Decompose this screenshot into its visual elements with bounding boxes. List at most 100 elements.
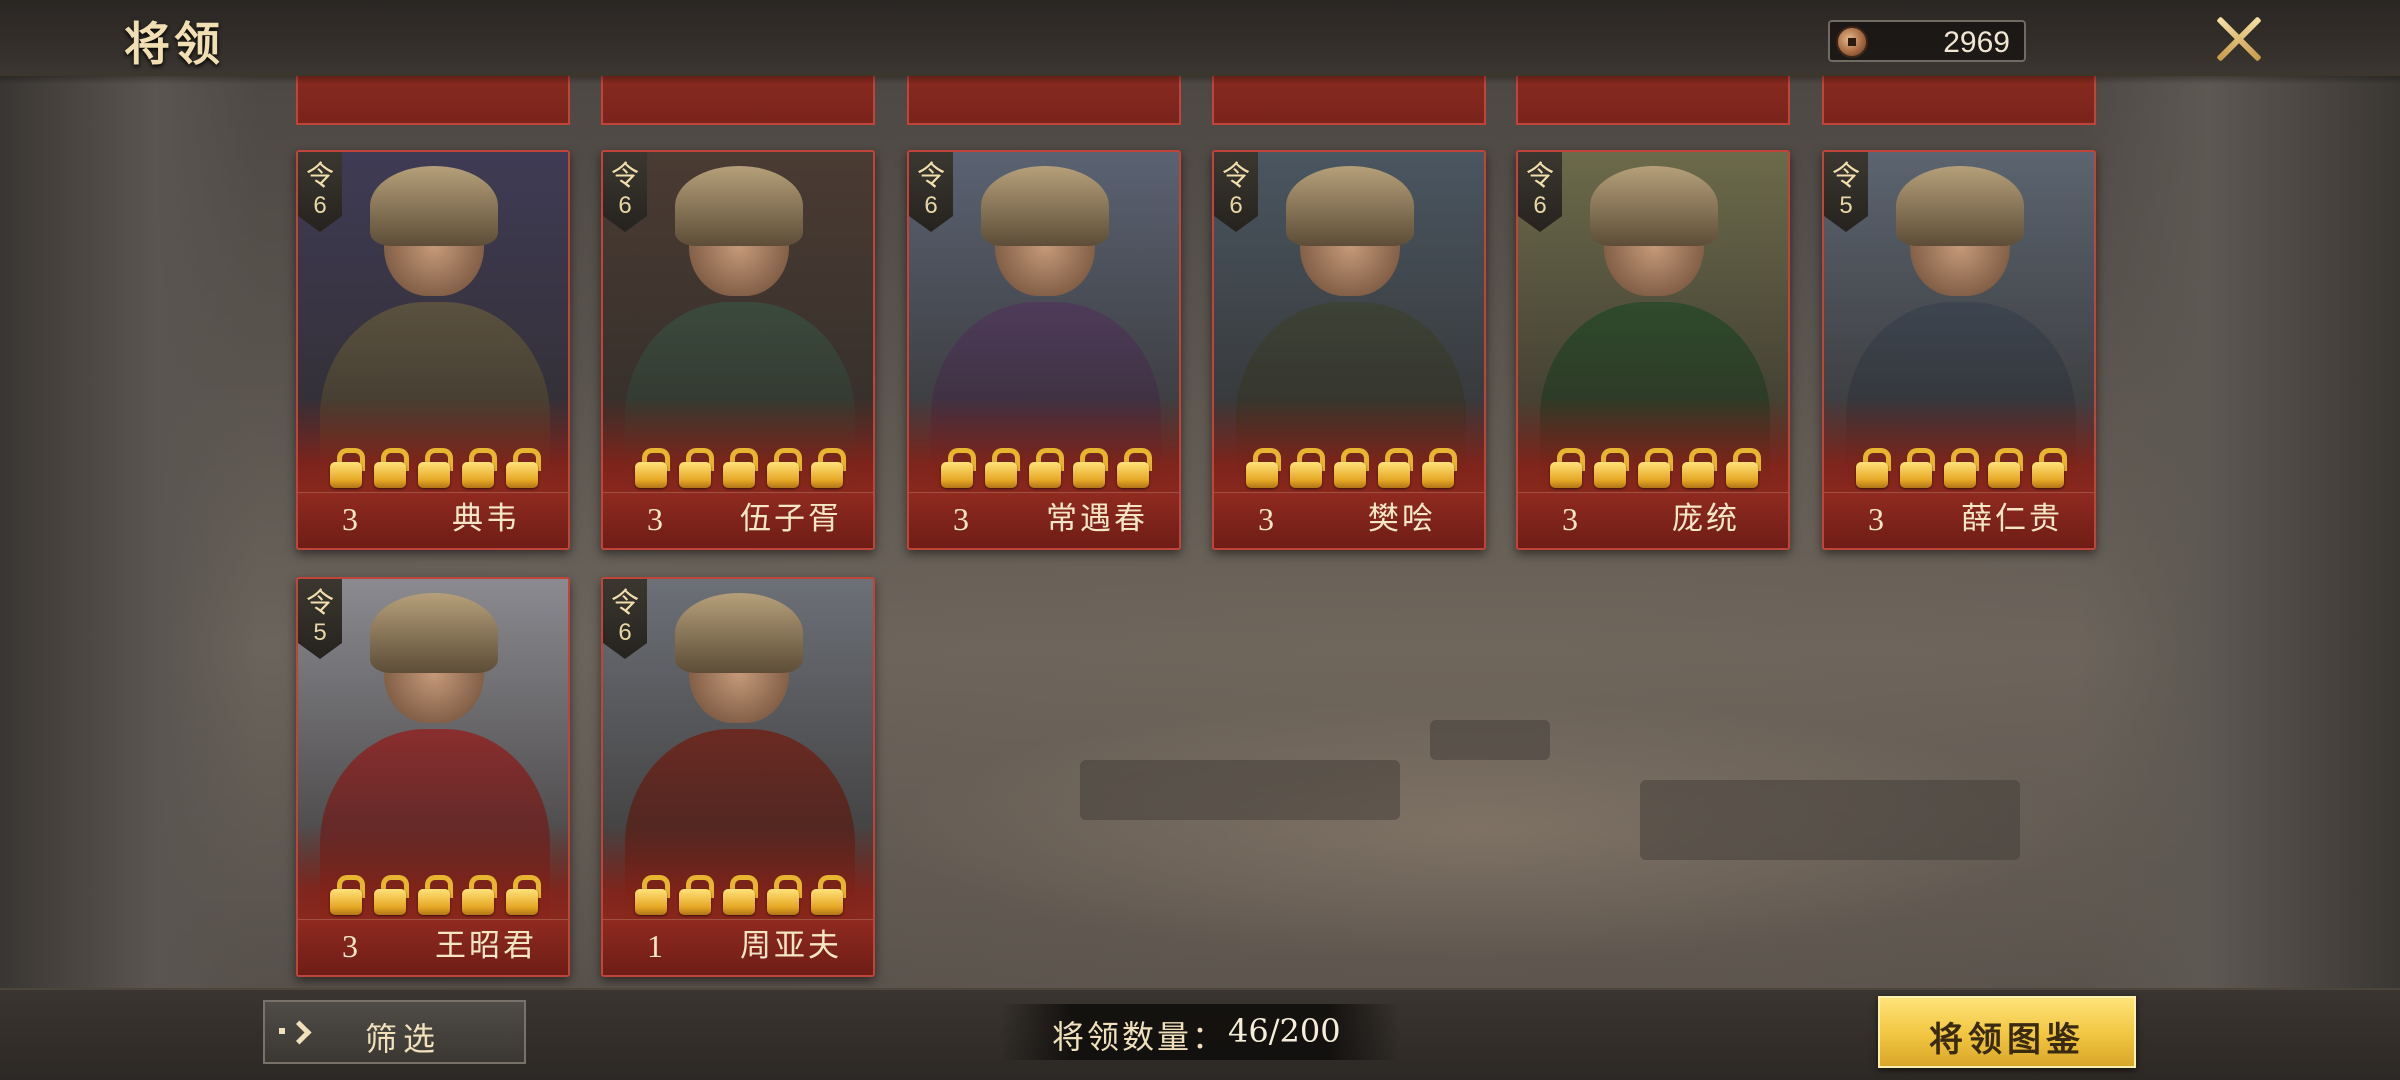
top-bar: 将领 2969	[0, 0, 2400, 84]
lock-icon	[677, 448, 714, 488]
lock-icon	[416, 875, 453, 915]
lock-icon	[1420, 448, 1457, 488]
lock-icon	[460, 448, 497, 488]
background-table	[1080, 760, 1400, 820]
general-level: 3	[1562, 501, 1578, 537]
right-curtain	[2080, 70, 2400, 1000]
general-count-label: 将领数量：	[1052, 1018, 1228, 1056]
lock-icon	[1288, 448, 1325, 488]
general-card[interactable]: 令 5 3 王昭君	[296, 577, 570, 977]
rank-badge-number: 6	[1229, 192, 1243, 219]
rank-badge: 令 5	[1824, 152, 1868, 232]
lock-icon	[1376, 448, 1413, 488]
general-name: 王昭君	[435, 928, 537, 964]
star-lock-row	[1854, 448, 2074, 488]
lock-icon	[1854, 448, 1891, 488]
rank-badge-number: 6	[313, 192, 327, 219]
lock-icon	[633, 448, 670, 488]
lock-icon	[765, 875, 802, 915]
lock-icon	[504, 875, 541, 915]
rank-badge-glyph: 令	[1221, 159, 1250, 192]
card-name-plate: 3 典韦	[298, 492, 568, 548]
general-name: 典韦	[452, 501, 520, 537]
lock-icon	[1680, 448, 1717, 488]
general-level: 3	[953, 501, 969, 537]
card-name-plate: 1 周亚夫	[603, 919, 873, 975]
general-name: 薛仁贵	[1961, 501, 2063, 537]
rank-badge: 令 5	[298, 579, 342, 659]
background-table	[1430, 720, 1550, 760]
card-name-plate: 3 常遇春	[909, 492, 1179, 548]
general-name: 常遇春	[1046, 501, 1148, 537]
lock-icon	[2030, 448, 2067, 488]
general-card[interactable]: 令 6 3 典韦	[296, 150, 570, 550]
rank-badge-glyph: 令	[610, 586, 639, 619]
lock-icon	[504, 448, 541, 488]
lock-icon	[1592, 448, 1629, 488]
coin-icon	[1836, 26, 1868, 58]
portrait-helmet	[370, 166, 498, 246]
card-name-plate: 3 樊哙	[1214, 492, 1484, 548]
general-name: 庞统	[1672, 501, 1740, 537]
star-lock-row	[328, 875, 548, 915]
page-title: 将领	[124, 17, 224, 71]
lock-icon	[809, 875, 846, 915]
general-count-panel: 将领数量： 46/200	[1000, 1004, 1400, 1060]
general-level: 3	[647, 501, 663, 537]
rank-badge-glyph: 令	[305, 159, 334, 192]
portrait-helmet	[370, 593, 498, 673]
background-table	[1640, 780, 2020, 860]
general-level: 3	[1258, 501, 1274, 537]
portrait-helmet	[675, 593, 803, 673]
star-lock-row	[328, 448, 548, 488]
star-lock-row	[633, 875, 853, 915]
card-name-plate: 3 庞统	[1518, 492, 1788, 548]
portrait-helmet	[1896, 166, 2024, 246]
general-card[interactable]: 令 6 3 伍子胥	[601, 150, 875, 550]
close-icon[interactable]	[2212, 12, 2264, 64]
filter-button-label: 筛选	[365, 1020, 442, 1058]
general-card[interactable]: 令 6 1 周亚夫	[601, 577, 875, 977]
rank-badge-number: 5	[1839, 192, 1853, 219]
lock-icon	[633, 875, 670, 915]
rank-badge: 令 6	[603, 152, 647, 232]
general-card[interactable]: 令 5 3 薛仁贵	[1822, 150, 2096, 550]
rank-badge-glyph: 令	[305, 586, 334, 619]
portrait-helmet	[675, 166, 803, 246]
general-card[interactable]: 令 6 3 常遇春	[907, 150, 1181, 550]
lock-icon	[1071, 448, 1108, 488]
lock-icon	[1636, 448, 1673, 488]
rank-badge-number: 5	[313, 619, 327, 646]
rank-badge-number: 6	[618, 619, 632, 646]
rank-badge: 令 6	[298, 152, 342, 232]
star-lock-row	[939, 448, 1159, 488]
lock-icon	[1898, 448, 1935, 488]
general-card[interactable]: 令 6 3 樊哙	[1212, 150, 1486, 550]
lock-icon	[372, 448, 409, 488]
general-gallery-button[interactable]: 将领图鉴	[1878, 996, 2136, 1068]
left-curtain	[0, 70, 260, 1000]
lock-icon	[765, 448, 802, 488]
lock-icon	[677, 875, 714, 915]
lock-icon	[1027, 448, 1064, 488]
general-card[interactable]: 令 6 3 庞统	[1516, 150, 1790, 550]
general-name: 伍子胥	[740, 501, 842, 537]
lock-icon	[1332, 448, 1369, 488]
portrait-helmet	[1286, 166, 1414, 246]
general-level: 3	[342, 928, 358, 964]
filter-button[interactable]: 筛选	[263, 1000, 526, 1064]
rank-badge: 令 6	[1214, 152, 1258, 232]
rank-badge-glyph: 令	[1831, 159, 1860, 192]
lock-icon	[939, 448, 976, 488]
general-level: 3	[1868, 501, 1884, 537]
portrait-helmet	[1590, 166, 1718, 246]
lock-icon	[1986, 448, 2023, 488]
star-lock-row	[1548, 448, 1768, 488]
lock-icon	[1942, 448, 1979, 488]
lock-icon	[721, 448, 758, 488]
currency-value: 2969	[1943, 26, 2010, 59]
general-gallery-button-label: 将领图鉴	[1929, 1020, 2085, 1060]
star-lock-row	[633, 448, 853, 488]
lock-icon	[328, 875, 365, 915]
rank-badge-glyph: 令	[610, 159, 639, 192]
